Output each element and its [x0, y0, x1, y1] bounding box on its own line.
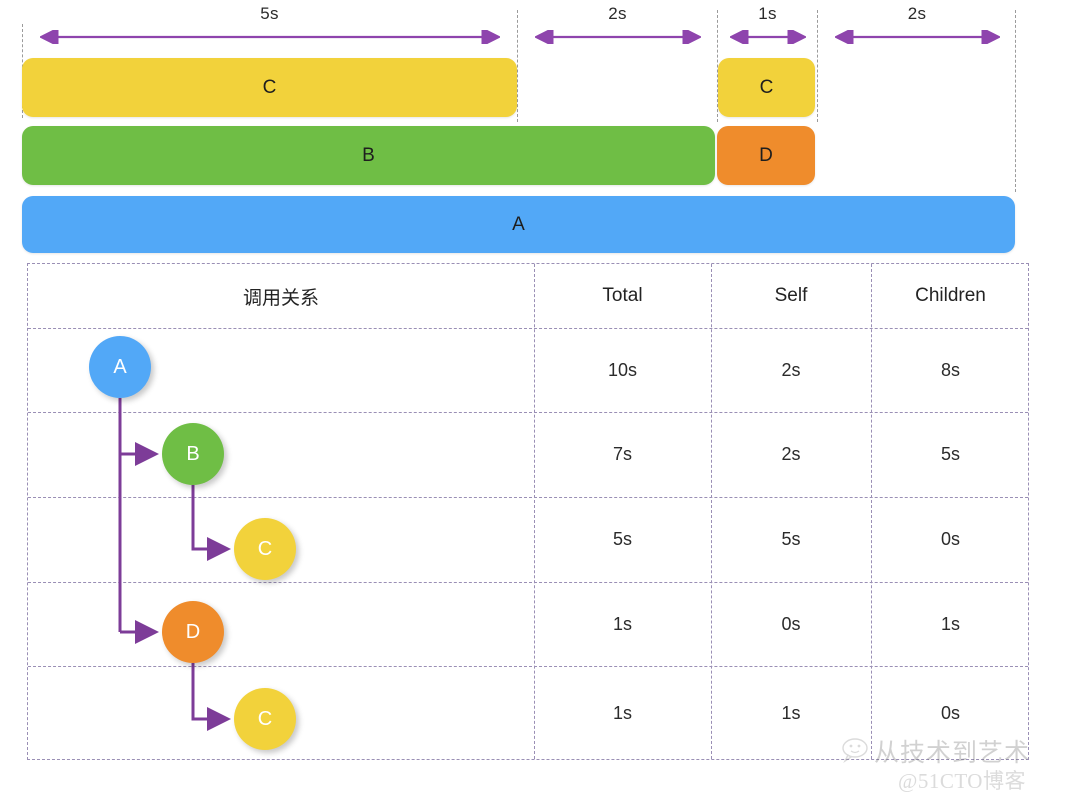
- timeline-arrow-2: [730, 30, 806, 46]
- tree-node-b[interactable]: B: [162, 423, 224, 485]
- table-row: 8s: [940, 359, 960, 380]
- table-header-total: Total: [602, 285, 643, 306]
- timeline-bar-label: C: [759, 76, 774, 98]
- tree-node-label: A: [113, 355, 127, 378]
- timeline-bar-label: D: [759, 144, 773, 166]
- table-row: 1s: [940, 613, 960, 634]
- table-row: 2s: [781, 444, 801, 464]
- timeline-divider-1: [517, 10, 518, 122]
- timeline-bar-label: A: [512, 213, 525, 235]
- timeline-bar-c-short[interactable]: C: [718, 58, 815, 117]
- timeline-arrow-3: [835, 30, 1000, 46]
- tree-node-a[interactable]: A: [89, 336, 151, 398]
- timeline-divider-4: [1015, 10, 1016, 192]
- tree-node-d[interactable]: D: [162, 601, 224, 663]
- table-row: 5s: [612, 529, 632, 549]
- tree-node-label: C: [257, 707, 273, 730]
- timeline-segment-label-3: 2s: [907, 4, 927, 23]
- table-header-self: Self: [774, 285, 808, 306]
- timeline-bar-d[interactable]: D: [717, 126, 815, 185]
- timeline-segment-label-2: 1s: [758, 4, 777, 23]
- timeline-segment-label-0: 5s: [260, 4, 279, 23]
- table-row: 7s: [612, 444, 632, 464]
- tree-node-label: B: [186, 442, 200, 465]
- timeline-bar-label: B: [362, 144, 375, 166]
- table-row: 2s: [781, 359, 801, 380]
- timeline-bar-b[interactable]: B: [22, 126, 715, 185]
- table-row: 5s: [781, 529, 801, 549]
- timeline-bar-c-long[interactable]: C: [22, 58, 517, 117]
- table-row: 0s: [781, 613, 801, 634]
- call-relation-table: 调用关系 Total Self Children 10s 2s 8s 7s 2s…: [27, 263, 1029, 760]
- table-header-children: Children: [915, 285, 986, 306]
- table-row: 5s: [940, 444, 960, 464]
- tree-node-label: C: [257, 537, 273, 560]
- table-row: 0s: [940, 529, 960, 549]
- timeline-divider-3: [817, 10, 818, 122]
- table-row: 0s: [940, 703, 960, 723]
- call-tree: A B C D C: [28, 264, 534, 761]
- timeline-bar-label: C: [262, 76, 277, 98]
- tree-node-c1[interactable]: C: [234, 518, 296, 580]
- timeline-bar-a[interactable]: A: [22, 196, 1015, 253]
- table-row: 10s: [607, 359, 638, 380]
- timeline-arrow-0: [40, 30, 500, 46]
- tree-node-label: D: [185, 620, 201, 643]
- timeline-gantt: 5s 2s 1s 2s C C B D A: [0, 0, 1080, 262]
- table-row: 1s: [612, 613, 632, 634]
- tree-node-c2[interactable]: C: [234, 688, 296, 750]
- watermark-source: @51CTO博客: [898, 769, 1026, 793]
- table-row: 1s: [781, 703, 801, 723]
- diagram-root: 5s 2s 1s 2s C C B D A 调用关系 Total Self Ch…: [0, 0, 1080, 801]
- table-row: 1s: [612, 703, 632, 723]
- timeline-arrow-1: [535, 30, 701, 46]
- timeline-segment-label-1: 2s: [608, 4, 627, 23]
